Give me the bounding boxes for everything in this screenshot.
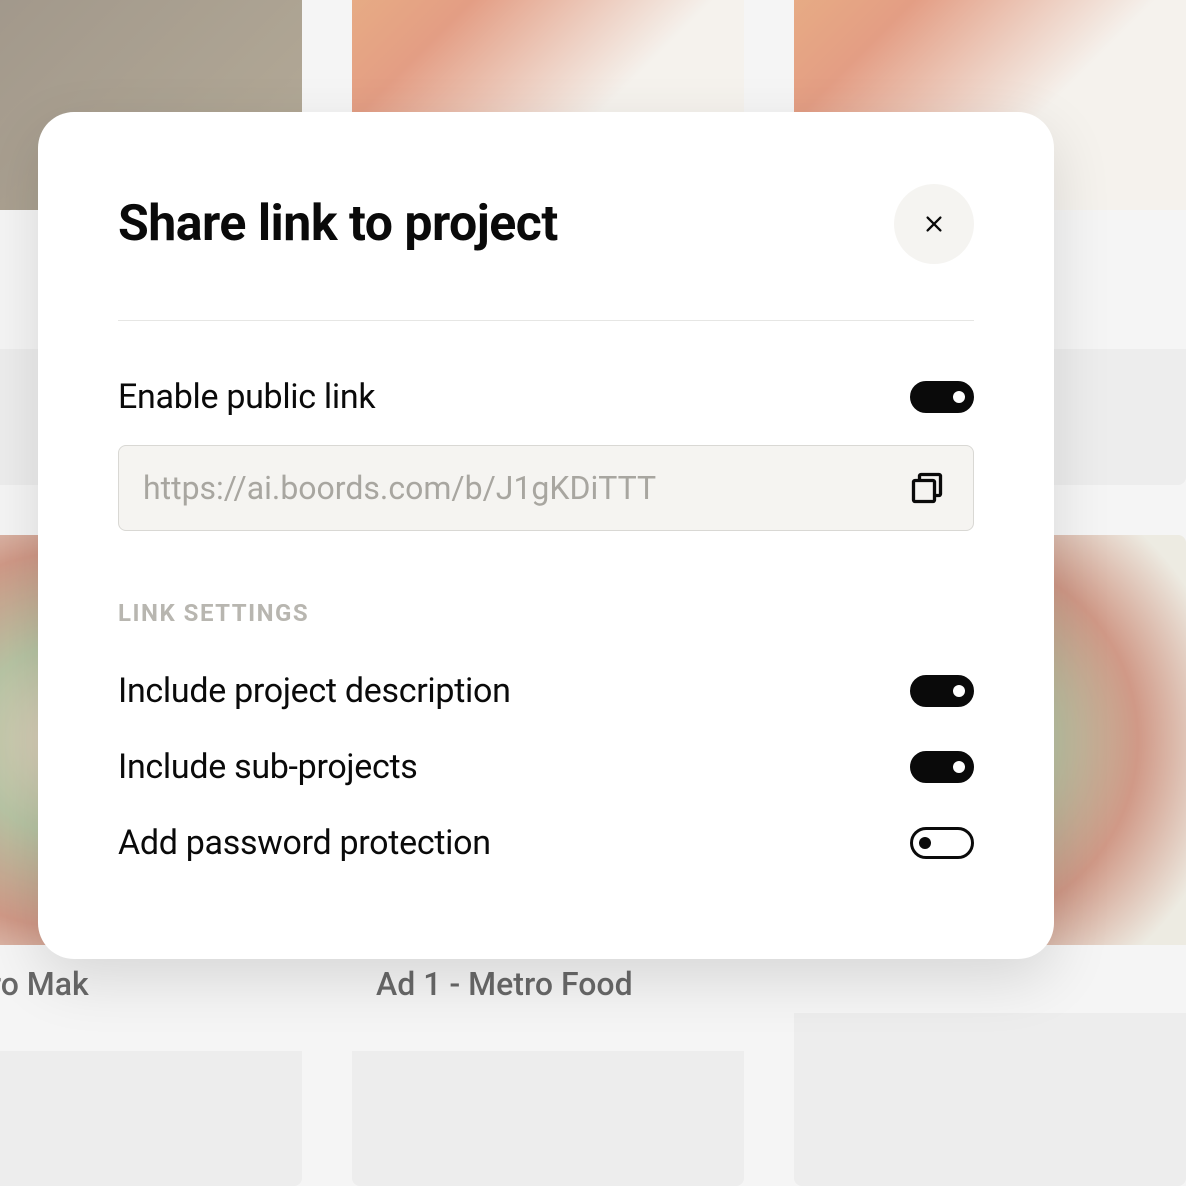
modal-header: Share link to project [118, 184, 974, 264]
include-subprojects-toggle[interactable] [910, 751, 974, 783]
copy-link-button[interactable] [905, 466, 949, 510]
copy-icon [909, 470, 945, 506]
include-description-label: Include project description [118, 671, 511, 711]
toggle-knob [919, 837, 931, 849]
include-subprojects-label: Include sub-projects [118, 747, 418, 787]
link-settings-list: Include project description Include sub-… [118, 671, 974, 863]
enable-public-link-row: Enable public link [118, 377, 974, 417]
toggle-knob [953, 391, 965, 403]
close-button[interactable] [894, 184, 974, 264]
toggle-knob [953, 685, 965, 697]
modal-title: Share link to project [118, 195, 558, 253]
toggle-knob [953, 761, 965, 773]
include-description-toggle[interactable] [910, 675, 974, 707]
include-subprojects-row: Include sub-projects [118, 747, 974, 787]
share-link-input[interactable] [143, 469, 905, 507]
enable-public-link-toggle[interactable] [910, 381, 974, 413]
share-link-modal: Share link to project Enable public link… [38, 112, 1054, 959]
include-description-row: Include project description [118, 671, 974, 711]
password-protection-row: Add password protection [118, 823, 974, 863]
enable-public-link-label: Enable public link [118, 377, 375, 417]
close-icon [923, 213, 945, 235]
divider [118, 320, 974, 321]
password-protection-label: Add password protection [118, 823, 491, 863]
password-protection-toggle[interactable] [910, 827, 974, 859]
link-settings-heading: LINK SETTINGS [118, 599, 974, 627]
share-link-box [118, 445, 974, 531]
